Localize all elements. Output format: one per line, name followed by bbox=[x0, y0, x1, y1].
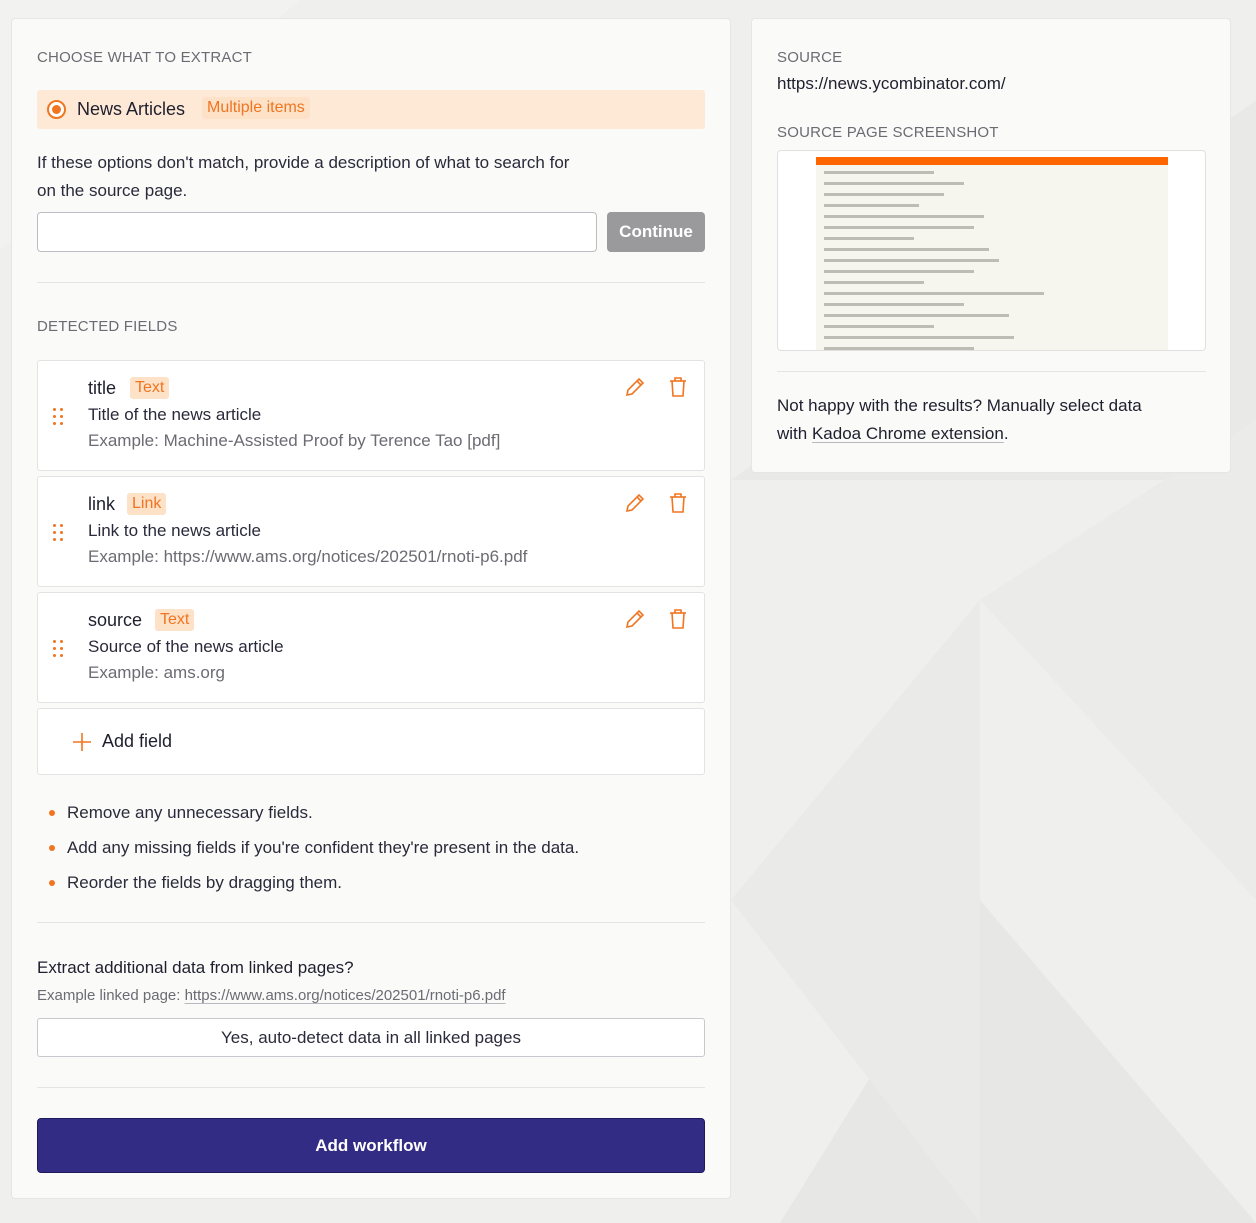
manual-suffix: . bbox=[1003, 424, 1009, 443]
field-description: Title of the news article bbox=[88, 405, 262, 424]
linked-example: Example linked page: https://www.ams.org… bbox=[37, 987, 506, 1004]
tips-list: Remove any unnecessary fields. Add any m… bbox=[37, 795, 705, 900]
screenshot-image bbox=[816, 157, 1168, 350]
manual-line-1: Not happy with the results? Manually sel… bbox=[777, 396, 1142, 415]
option-label: News Articles bbox=[77, 99, 186, 119]
choose-extract-heading: CHOOSE WHAT TO EXTRACT bbox=[37, 49, 252, 66]
screenshot-heading: SOURCE PAGE SCREENSHOT bbox=[777, 124, 999, 141]
field-example: Example: Machine-Assisted Proof by Teren… bbox=[88, 431, 501, 450]
drag-handle-icon[interactable] bbox=[53, 408, 65, 426]
option-news-articles[interactable]: News Articles Multiple items bbox=[37, 90, 705, 129]
field-example: Example: https://www.ams.org/notices/202… bbox=[88, 547, 528, 566]
trash-icon[interactable] bbox=[666, 607, 690, 631]
pencil-icon[interactable] bbox=[623, 491, 647, 515]
linked-example-url[interactable]: https://www.ams.org/notices/202501/rnoti… bbox=[185, 987, 506, 1004]
field-card-title[interactable]: title Text Title of the news article Exa… bbox=[37, 360, 705, 471]
add-field-label: Add field bbox=[102, 731, 173, 751]
drag-handle-icon[interactable] bbox=[53, 640, 65, 658]
source-panel: SOURCE https://news.ycombinator.com/ SOU… bbox=[751, 18, 1231, 473]
trash-icon[interactable] bbox=[666, 375, 690, 399]
field-description: Source of the news article bbox=[88, 637, 284, 656]
pencil-icon[interactable] bbox=[623, 607, 647, 631]
extraction-config-panel: CHOOSE WHAT TO EXTRACT News Articles Mul… bbox=[11, 18, 731, 1199]
tip-item: Add any missing fields if you're confide… bbox=[37, 830, 705, 865]
add-workflow-button[interactable]: Add workflow bbox=[37, 1118, 705, 1173]
divider bbox=[37, 282, 705, 283]
manual-line-2: with Kadoa Chrome extension. bbox=[777, 420, 1207, 448]
source-heading: SOURCE bbox=[777, 49, 843, 66]
field-type-badge: Text bbox=[155, 609, 195, 631]
source-page-screenshot[interactable] bbox=[777, 150, 1206, 351]
auto-detect-linked-button[interactable]: Yes, auto-detect data in all linked page… bbox=[37, 1018, 705, 1057]
plus-icon bbox=[73, 733, 91, 751]
chrome-extension-link[interactable]: Kadoa Chrome extension bbox=[812, 424, 1004, 443]
field-type-badge: Link bbox=[127, 493, 167, 515]
option-badge: Multiple items bbox=[202, 97, 310, 119]
pencil-icon[interactable] bbox=[623, 375, 647, 399]
tip-item: Reorder the fields by dragging them. bbox=[37, 865, 705, 900]
trash-icon[interactable] bbox=[666, 491, 690, 515]
manual-prefix: with bbox=[777, 424, 812, 443]
description-input[interactable] bbox=[37, 212, 597, 252]
field-name: source bbox=[88, 610, 143, 630]
manual-select-text: Not happy with the results? Manually sel… bbox=[777, 392, 1207, 448]
help-line-1: If these options don't match, provide a … bbox=[37, 153, 570, 172]
linked-pages-question: Extract additional data from linked page… bbox=[37, 958, 354, 977]
field-card-source[interactable]: source Text Source of the news article E… bbox=[37, 592, 705, 703]
detected-fields-heading: DETECTED FIELDS bbox=[37, 318, 178, 335]
help-text: If these options don't match, provide a … bbox=[37, 149, 569, 205]
field-card-link[interactable]: link Link Link to the news article Examp… bbox=[37, 476, 705, 587]
field-name: link bbox=[88, 494, 116, 514]
add-field-button[interactable]: Add field bbox=[37, 708, 705, 775]
field-example: Example: ams.org bbox=[88, 663, 225, 682]
field-description: Link to the news article bbox=[88, 521, 261, 540]
field-type-badge: Text bbox=[130, 377, 170, 399]
field-name: title bbox=[88, 378, 117, 398]
help-line-2: on the source page. bbox=[37, 181, 188, 200]
divider bbox=[37, 922, 705, 923]
drag-handle-icon[interactable] bbox=[53, 524, 65, 542]
divider bbox=[777, 371, 1206, 372]
divider bbox=[37, 1087, 705, 1088]
linked-example-prefix: Example linked page: bbox=[37, 987, 185, 1004]
source-url[interactable]: https://news.ycombinator.com/ bbox=[777, 74, 1006, 94]
radio-selected-icon[interactable] bbox=[47, 100, 66, 119]
continue-button[interactable]: Continue bbox=[607, 212, 705, 252]
tip-item: Remove any unnecessary fields. bbox=[37, 795, 705, 830]
